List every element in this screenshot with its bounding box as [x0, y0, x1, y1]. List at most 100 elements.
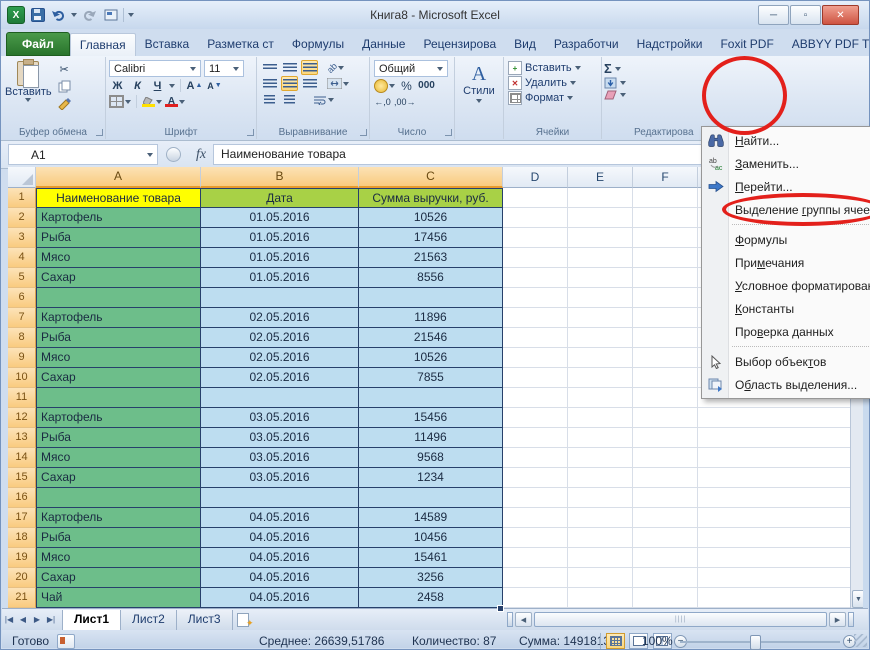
cell-E17[interactable]: [568, 508, 633, 528]
cell-E6[interactable]: [568, 288, 633, 308]
format-cells-button[interactable]: Формат: [508, 91, 597, 105]
number-format-select[interactable]: Общий: [374, 60, 448, 77]
ribbon-tab-11[interactable]: ABBYY PDF T: [783, 33, 870, 56]
cell-G16[interactable]: [698, 488, 850, 508]
column-header-A[interactable]: A: [36, 167, 201, 188]
cell-A15[interactable]: Сахар: [36, 468, 201, 488]
shrink-font-button[interactable]: А▼: [206, 78, 223, 93]
cell-C3[interactable]: 17456: [359, 228, 503, 248]
decrease-decimal-icon[interactable]: ,00→: [394, 94, 416, 109]
cell-G21[interactable]: [698, 588, 850, 608]
cell-C21[interactable]: 2458: [359, 588, 503, 608]
cell-F11[interactable]: [633, 388, 698, 408]
cell-C14[interactable]: 9568: [359, 448, 503, 468]
font-color-icon[interactable]: А: [165, 94, 185, 109]
cell-C13[interactable]: 11496: [359, 428, 503, 448]
cell-F21[interactable]: [633, 588, 698, 608]
alignment-dialog-launcher[interactable]: [360, 129, 367, 136]
save-icon[interactable]: [29, 7, 46, 23]
bold-button[interactable]: Ж: [109, 78, 126, 93]
paste-button[interactable]: Вставить: [5, 59, 52, 111]
cell-A7[interactable]: Картофель: [36, 308, 201, 328]
cell-A14[interactable]: Мясо: [36, 448, 201, 468]
cell-G19[interactable]: [698, 548, 850, 568]
row-header-17[interactable]: 17: [8, 508, 36, 528]
ribbon-tab-3[interactable]: Разметка ст: [198, 33, 283, 56]
clear-button[interactable]: [604, 90, 632, 100]
cell-D7[interactable]: [503, 308, 568, 328]
cell-A8[interactable]: Рыба: [36, 328, 201, 348]
cell-A18[interactable]: Рыба: [36, 528, 201, 548]
excel-logo-icon[interactable]: X: [7, 6, 25, 24]
menu-item-9[interactable]: Проверка данных: [702, 320, 870, 343]
cell-G13[interactable]: [698, 428, 850, 448]
cell-D17[interactable]: [503, 508, 568, 528]
increase-indent-icon[interactable]: [281, 92, 298, 107]
menu-item-1[interactable]: abacЗаменить...: [702, 152, 870, 175]
menu-item-7[interactable]: Условное форматирование: [702, 274, 870, 297]
sheet-tab-2[interactable]: Лист2: [121, 610, 177, 630]
cell-B7[interactable]: 02.05.2016: [201, 308, 359, 328]
cell-E18[interactable]: [568, 528, 633, 548]
cell-E1[interactable]: [568, 188, 633, 208]
cell-B19[interactable]: 04.05.2016: [201, 548, 359, 568]
row-header-2[interactable]: 2: [8, 208, 36, 228]
cell-E8[interactable]: [568, 328, 633, 348]
row-header-10[interactable]: 10: [8, 368, 36, 388]
column-header-F[interactable]: F: [633, 167, 698, 188]
cell-A6[interactable]: [36, 288, 201, 308]
cell-C10[interactable]: 7855: [359, 368, 503, 388]
cell-E14[interactable]: [568, 448, 633, 468]
scroll-split-handle[interactable]: [848, 612, 854, 627]
align-bottom-icon[interactable]: [301, 60, 318, 75]
cell-A17[interactable]: Картофель: [36, 508, 201, 528]
row-header-1[interactable]: 1: [8, 188, 36, 208]
cell-F3[interactable]: [633, 228, 698, 248]
cell-A11[interactable]: [36, 388, 201, 408]
cell-E20[interactable]: [568, 568, 633, 588]
cell-B20[interactable]: 04.05.2016: [201, 568, 359, 588]
menu-item-2[interactable]: Перейти...: [702, 175, 870, 198]
cell-D11[interactable]: [503, 388, 568, 408]
cell-F6[interactable]: [633, 288, 698, 308]
tab-split-handle[interactable]: [507, 612, 513, 627]
cell-A2[interactable]: Картофель: [36, 208, 201, 228]
ribbon-tab-7[interactable]: Вид: [505, 33, 545, 56]
next-sheet-icon[interactable]: ▶: [30, 613, 44, 627]
cell-E19[interactable]: [568, 548, 633, 568]
cell-B18[interactable]: 04.05.2016: [201, 528, 359, 548]
cell-B10[interactable]: 02.05.2016: [201, 368, 359, 388]
cell-B8[interactable]: 02.05.2016: [201, 328, 359, 348]
sheet-tab-3[interactable]: Лист3: [177, 610, 233, 630]
cell-B5[interactable]: 01.05.2016: [201, 268, 359, 288]
cell-E13[interactable]: [568, 428, 633, 448]
normal-view-button[interactable]: [606, 633, 625, 649]
cell-C8[interactable]: 21546: [359, 328, 503, 348]
align-top-icon[interactable]: [261, 60, 278, 75]
redo-icon[interactable]: [81, 7, 98, 23]
cell-D3[interactable]: [503, 228, 568, 248]
cell-E2[interactable]: [568, 208, 633, 228]
insert-function-icon[interactable]: fx: [189, 147, 213, 163]
cell-E5[interactable]: [568, 268, 633, 288]
cell-B15[interactable]: 03.05.2016: [201, 468, 359, 488]
cell-C15[interactable]: 1234: [359, 468, 503, 488]
row-header-6[interactable]: 6: [8, 288, 36, 308]
cell-B2[interactable]: 01.05.2016: [201, 208, 359, 228]
row-header-5[interactable]: 5: [8, 268, 36, 288]
cell-D6[interactable]: [503, 288, 568, 308]
close-button[interactable]: ✕: [822, 5, 859, 25]
align-right-icon[interactable]: [301, 76, 318, 91]
cell-F12[interactable]: [633, 408, 698, 428]
ribbon-tab-5[interactable]: Данные: [353, 33, 414, 56]
row-header-4[interactable]: 4: [8, 248, 36, 268]
cell-B21[interactable]: 04.05.2016: [201, 588, 359, 608]
row-header-15[interactable]: 15: [8, 468, 36, 488]
scroll-left-icon[interactable]: ◀: [515, 612, 532, 627]
cell-B9[interactable]: 02.05.2016: [201, 348, 359, 368]
horizontal-scrollbar[interactable]: ◀ |||| ▶: [507, 612, 854, 627]
row-header-19[interactable]: 19: [8, 548, 36, 568]
cell-F4[interactable]: [633, 248, 698, 268]
percent-style-icon[interactable]: %: [398, 78, 415, 93]
copy-icon[interactable]: [56, 79, 73, 94]
